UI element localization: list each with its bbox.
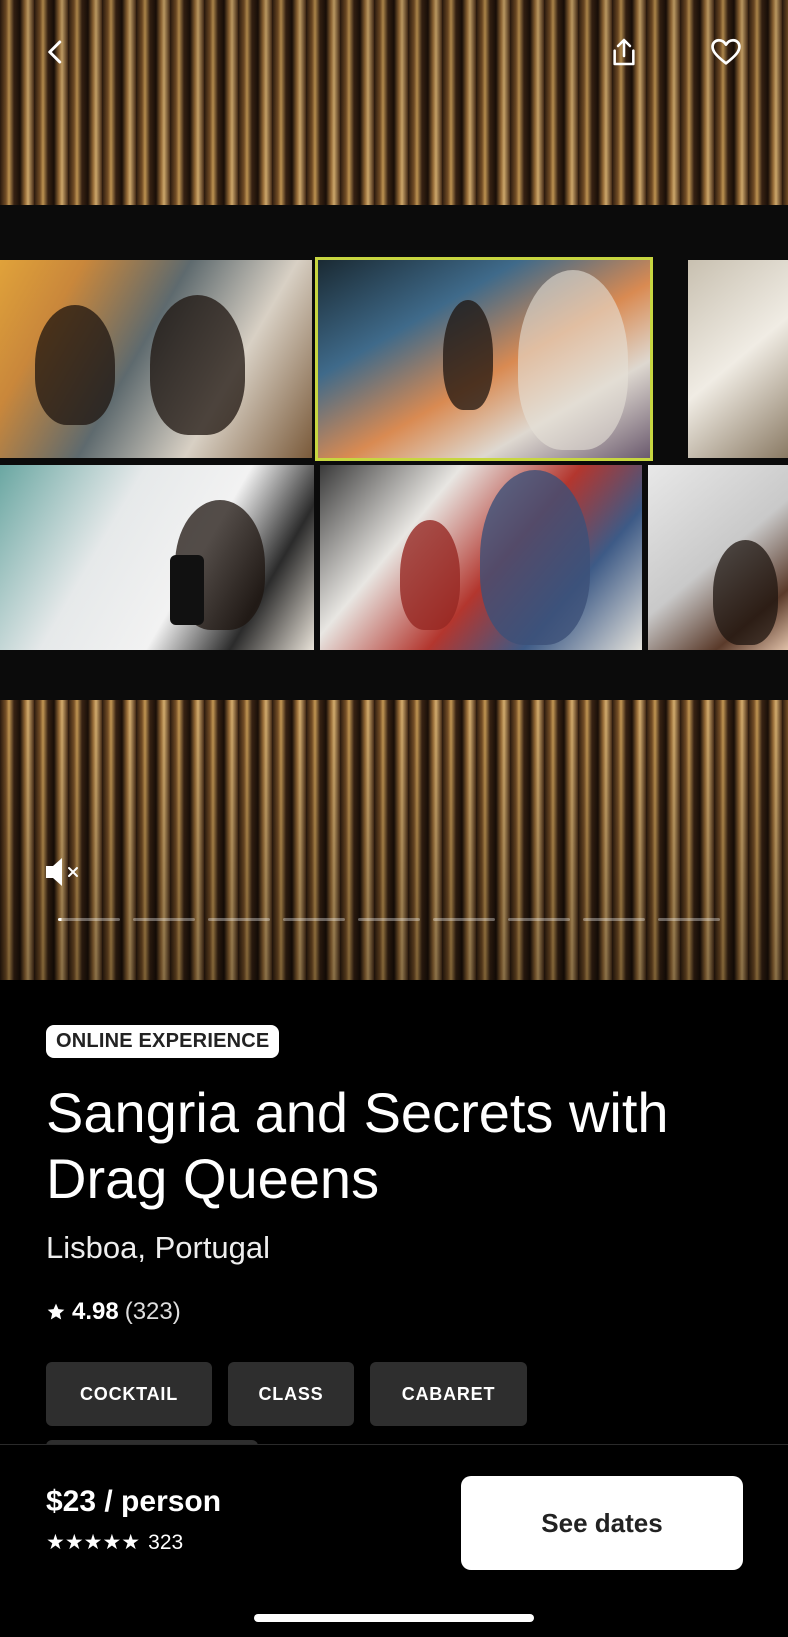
- slide-indicator[interactable]: [658, 918, 720, 921]
- slide-indicator[interactable]: [208, 918, 270, 921]
- listing-location[interactable]: Lisboa, Portugal: [46, 1230, 270, 1266]
- footer-review-count: 323: [148, 1530, 184, 1554]
- star-icon: [47, 1303, 65, 1320]
- rating-summary[interactable]: 4.98 (323): [46, 1298, 181, 1326]
- back-button[interactable]: [32, 28, 80, 76]
- mute-toggle[interactable]: [44, 855, 84, 894]
- share-button[interactable]: [600, 28, 648, 76]
- slide-indicator[interactable]: [583, 918, 645, 921]
- video-tile: [320, 465, 642, 650]
- tag-cocktail[interactable]: COCKTAIL: [46, 1362, 212, 1426]
- heart-icon: [711, 38, 741, 65]
- video-tile: [0, 465, 314, 650]
- tag-cabaret[interactable]: CABARET: [370, 1362, 527, 1426]
- listing-title: Sangria and Secrets with Drag Queens: [46, 1081, 669, 1210]
- slide-indicator[interactable]: [133, 918, 195, 921]
- category-tags: COCKTAIL CLASS CABARET: [46, 1362, 527, 1426]
- star-rating-icons: ★★★★★: [46, 1531, 141, 1554]
- save-button[interactable]: [702, 28, 750, 76]
- speaker-muted-icon: [46, 858, 78, 886]
- see-dates-button[interactable]: See dates: [461, 1476, 743, 1570]
- rating-score: 4.98: [72, 1298, 119, 1325]
- experience-type-badge: ONLINE EXPERIENCE: [46, 1025, 280, 1058]
- review-count: (323): [124, 1298, 181, 1325]
- home-indicator[interactable]: [254, 1614, 534, 1622]
- share-icon: [613, 38, 635, 66]
- slide-indicators: [58, 918, 720, 921]
- slide-indicator[interactable]: [358, 918, 420, 921]
- video-tile: [0, 260, 312, 458]
- footer-rating: ★★★★★ 323: [46, 1530, 183, 1555]
- video-tile: [648, 465, 788, 650]
- slide-indicator[interactable]: [508, 918, 570, 921]
- slide-indicator[interactable]: [283, 918, 345, 921]
- hero-media[interactable]: [0, 0, 788, 980]
- video-tile-active: [315, 257, 653, 461]
- tag-class[interactable]: CLASS: [228, 1362, 354, 1426]
- slide-indicator[interactable]: [58, 918, 120, 921]
- video-tile: [688, 260, 788, 458]
- slide-indicator[interactable]: [433, 918, 495, 921]
- chevron-left-icon: [48, 40, 62, 64]
- price-per-person: $23 / person: [46, 1485, 222, 1518]
- video-call-screen: [0, 205, 788, 700]
